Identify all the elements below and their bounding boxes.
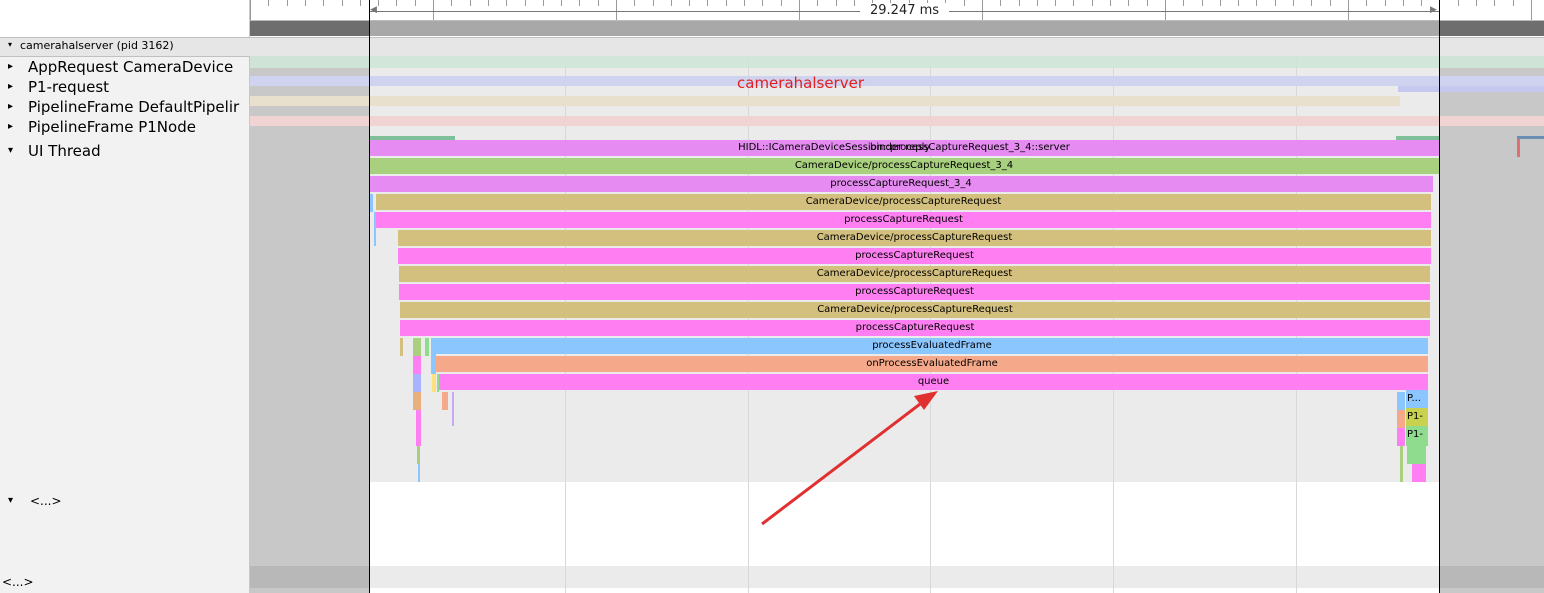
annotation-arrow-icon [761, 391, 938, 526]
